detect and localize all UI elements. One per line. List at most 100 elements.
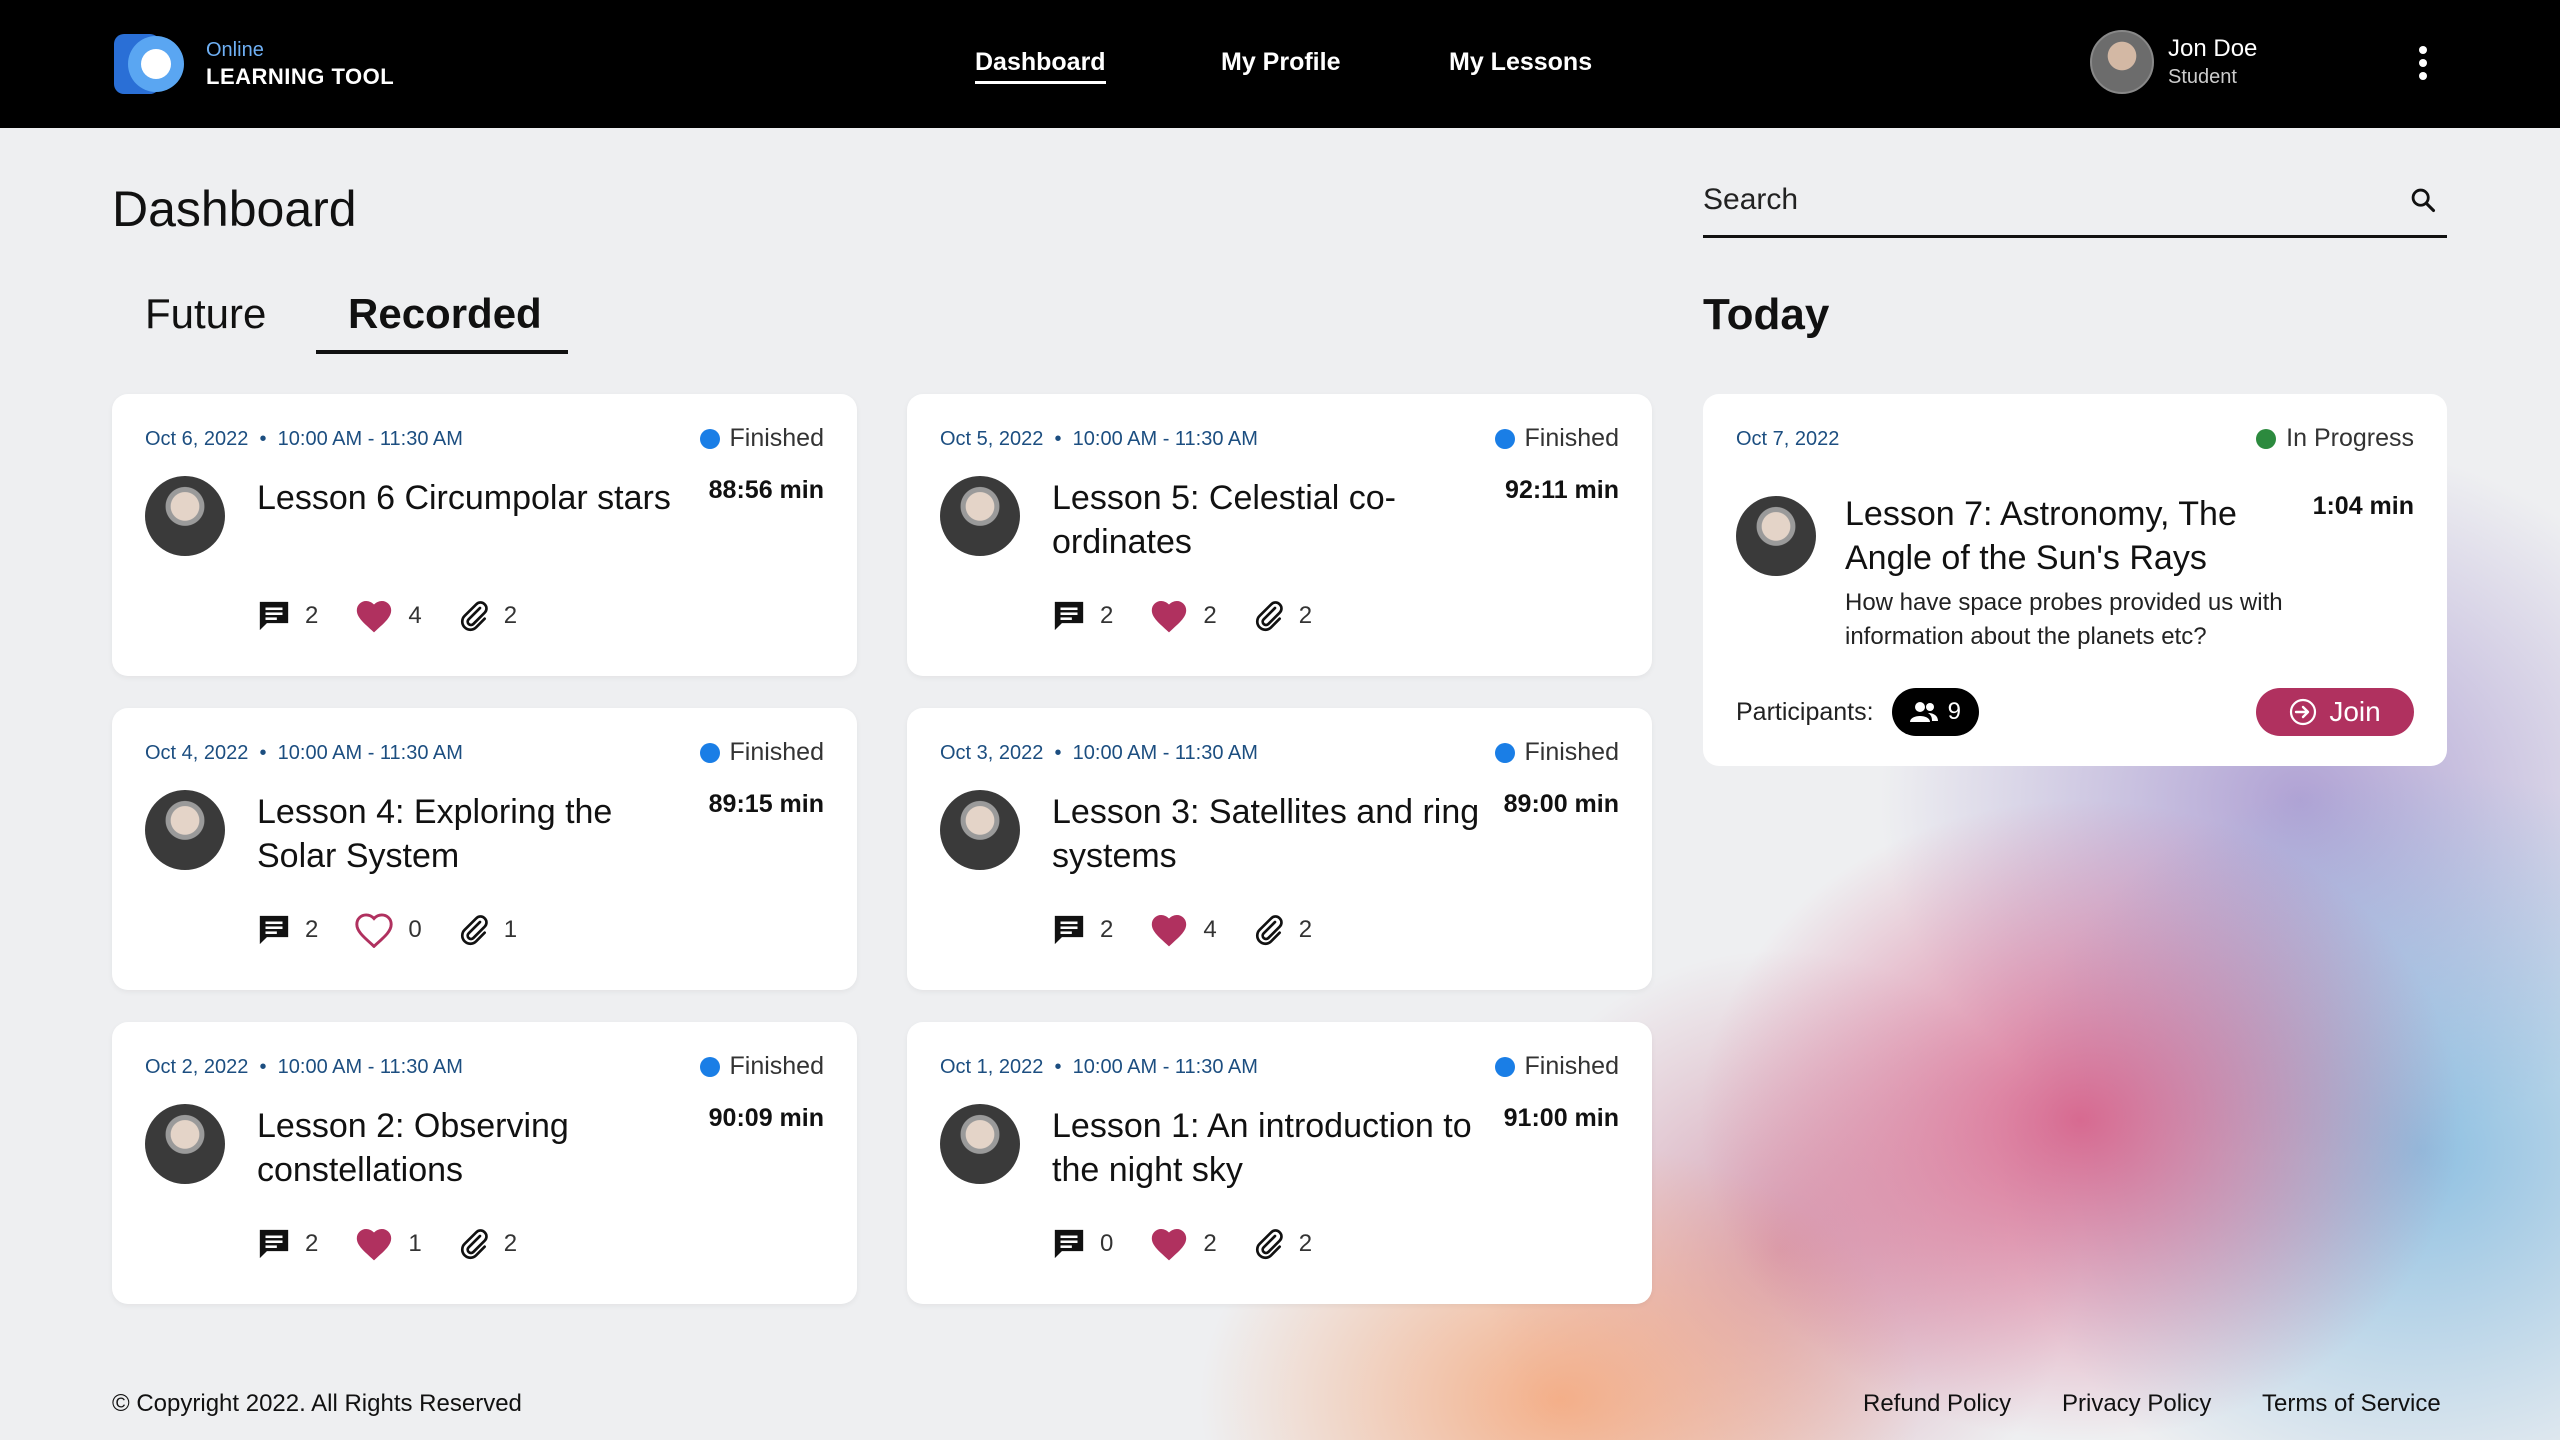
participants-pill[interactable]: 9 [1891, 688, 1979, 736]
today-lesson-card[interactable]: Oct 7, 2022 In Progress Lesson 7: Astron… [1703, 394, 2447, 766]
lesson-date: Oct 3, 2022 [940, 742, 1044, 764]
status-badge: Finished [699, 738, 825, 767]
search-input[interactable] [1703, 176, 2383, 224]
lesson-stats: 2 0 1 [257, 912, 553, 948]
refund-policy-link[interactable]: Refund Policy [1863, 1390, 2011, 1418]
teacher-avatar [1736, 496, 1816, 576]
heart-icon [354, 598, 394, 634]
lesson-duration: 88:56 min [708, 476, 824, 504]
lesson-title: Lesson 4: Exploring the Solar System [257, 793, 613, 875]
attachments-stat[interactable]: 2 [1253, 1227, 1312, 1261]
comments-stat[interactable]: 2 [1052, 599, 1113, 633]
lesson-time: 10:00 AM - 11:30 AM [277, 428, 463, 450]
lesson-card[interactable]: Oct 4, 2022 • 10:00 AM - 11:30 AM Finishe… [112, 708, 857, 990]
attachments-stat[interactable]: 2 [458, 1227, 517, 1261]
attachments-count: 2 [1298, 916, 1313, 943]
comments-count: 0 [1100, 1230, 1114, 1257]
lesson-time: 10:00 AM - 11:30 AM [277, 742, 463, 764]
likes-stat[interactable]: 1 [354, 1226, 422, 1262]
today-lesson-duration: 1:04 min [2312, 492, 2414, 520]
search-icon[interactable] [2409, 186, 2437, 214]
comments-stat[interactable]: 0 [1052, 1227, 1113, 1261]
lesson-time: 10:00 AM - 11:30 AM [1072, 1056, 1258, 1078]
heart-icon [354, 912, 394, 948]
comments-stat[interactable]: 2 [257, 599, 318, 633]
likes-stat[interactable]: 4 [354, 598, 422, 634]
status-text: Finished [729, 1052, 825, 1080]
paperclip-icon [1253, 599, 1285, 633]
lesson-date-time: Oct 2, 2022 • 10:00 AM - 11:30 AM [145, 1056, 463, 1079]
comments-count: 2 [305, 916, 319, 943]
attachments-count: 2 [503, 1230, 518, 1257]
separator-dot: • [248, 742, 278, 764]
heart-icon [1149, 912, 1189, 948]
lesson-stats: 2 4 2 [257, 598, 553, 634]
attachments-stat[interactable]: 1 [458, 913, 517, 947]
lesson-card[interactable]: Oct 6, 2022 • 10:00 AM - 11:30 AM Finishe… [112, 394, 857, 676]
attachments-stat[interactable]: 2 [1253, 599, 1312, 633]
teacher-avatar [940, 790, 1020, 870]
comments-stat[interactable]: 2 [257, 913, 318, 947]
likes-count: 4 [408, 602, 422, 629]
lesson-date: Oct 6, 2022 [145, 428, 249, 450]
terms-of-service-link[interactable]: Terms of Service [2262, 1390, 2441, 1418]
teacher-avatar [145, 1104, 225, 1184]
likes-stat[interactable]: 2 [1149, 598, 1217, 634]
lesson-stats: 0 2 2 [1052, 1226, 1348, 1262]
join-label: Join [2329, 696, 2381, 727]
paperclip-icon [458, 1227, 490, 1261]
lesson-date: Oct 1, 2022 [940, 1056, 1044, 1078]
join-icon [2290, 698, 2317, 726]
participants-icon [1909, 702, 1938, 722]
nav-my-profile[interactable]: My Profile [1221, 48, 1340, 77]
nav-dashboard[interactable]: Dashboard [975, 48, 1106, 84]
comments-stat[interactable]: 2 [257, 1227, 318, 1261]
separator-dot: • [1043, 742, 1073, 764]
lesson-stats: 2 2 2 [1052, 598, 1348, 634]
attachments-count: 2 [503, 602, 518, 629]
lesson-duration: 92:11 min [1505, 476, 1619, 504]
tab-future[interactable]: Future [145, 290, 266, 338]
lesson-date-time: Oct 4, 2022 • 10:00 AM - 11:30 AM [145, 742, 463, 765]
nav-my-lessons[interactable]: My Lessons [1449, 48, 1592, 77]
tab-recorded[interactable]: Recorded [348, 290, 542, 338]
lesson-card[interactable]: Oct 2, 2022 • 10:00 AM - 11:30 AM Finishe… [112, 1022, 857, 1304]
heart-icon [1149, 1226, 1189, 1262]
lesson-title: Lesson 5: Celestial co-ordinates [1052, 479, 1396, 561]
comment-icon [257, 599, 291, 633]
copyright: © Copyright 2022. All Rights Reserved [112, 1390, 522, 1417]
lesson-card[interactable]: Oct 3, 2022 • 10:00 AM - 11:30 AM Finishe… [907, 708, 1652, 990]
attachments-stat[interactable]: 2 [1253, 913, 1312, 947]
status-badge: Finished [699, 424, 824, 453]
status-badge: Finished [699, 1052, 825, 1081]
attachments-stat[interactable]: 2 [458, 599, 517, 633]
status-text: Finished [729, 738, 825, 766]
kebab-menu-icon[interactable] [2416, 46, 2430, 82]
brand-logo[interactable]: Online LEARNING TOOL [112, 34, 394, 94]
lesson-title: Lesson 2: Observing constellations [257, 1107, 569, 1189]
lesson-title: Lesson 3: Satellites and ring systems [1052, 793, 1480, 875]
participants-count: 9 [1947, 698, 1961, 725]
likes-stat[interactable]: 2 [1149, 1226, 1217, 1262]
lesson-card[interactable]: Oct 5, 2022 • 10:00 AM - 11:30 AM Finishe… [907, 394, 1652, 676]
join-button[interactable]: Join [2256, 688, 2414, 736]
comments-stat[interactable]: 2 [1052, 913, 1113, 947]
likes-count: 2 [1203, 602, 1217, 629]
lesson-stats: 2 4 2 [1052, 912, 1348, 948]
status-text: Finished [1524, 738, 1620, 766]
separator-dot: • [248, 428, 278, 450]
likes-stat[interactable]: 4 [1149, 912, 1217, 948]
lesson-duration: 90:09 min [708, 1104, 824, 1132]
status-text: Finished [1524, 1052, 1620, 1080]
lesson-card[interactable]: Oct 1, 2022 • 10:00 AM - 11:30 AM Finishe… [907, 1022, 1652, 1304]
user-menu[interactable]: Jon Doe Student [2090, 30, 2257, 94]
lesson-time: 10:00 AM - 11:30 AM [1072, 428, 1258, 450]
today-lesson-date: Oct 7, 2022 [1736, 428, 1840, 450]
paperclip-icon [1253, 1227, 1285, 1261]
teacher-avatar [145, 476, 225, 556]
user-avatar [2090, 30, 2154, 94]
privacy-policy-link[interactable]: Privacy Policy [2062, 1390, 2211, 1418]
likes-stat[interactable]: 0 [354, 912, 422, 948]
comment-icon [1052, 1227, 1086, 1261]
comment-icon [257, 1227, 291, 1261]
